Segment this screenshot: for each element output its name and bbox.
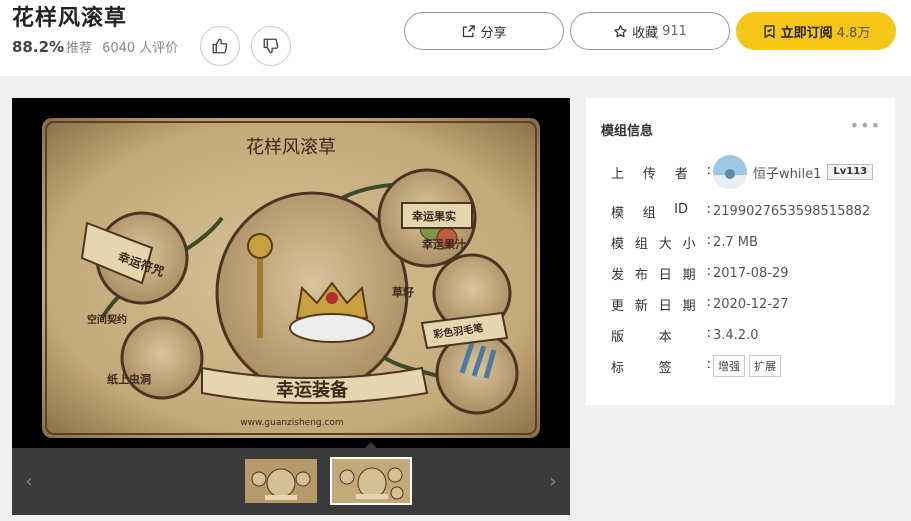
subscribe-button[interactable]: 立即订阅 4.8万 xyxy=(736,12,896,50)
label-lucky-fruit: 幸运果实 xyxy=(412,209,456,223)
info-row-published: 发布日期: 2017-08-29 xyxy=(611,261,891,285)
subscribe-label: 立即订阅 xyxy=(780,25,833,41)
subscribe-icon xyxy=(764,24,775,38)
label-lucky-gear: 幸运装备 xyxy=(276,379,349,401)
poster-website: www.guanzisheng.com xyxy=(240,418,343,428)
preview-image[interactable]: 花样风滚草 幸运符咒 空间契约 纸上虫洞 幸运果实 幸运果汁 草籽 彩色羽毛笔 … xyxy=(42,118,540,438)
info-row-updated: 更新日期: 2020-12-27 xyxy=(611,292,891,316)
updated-key: 更新日期: xyxy=(611,294,711,314)
thumbs-down-icon xyxy=(263,38,279,54)
info-panel-title: 模组信息 xyxy=(601,124,654,139)
thumbnail-2-active[interactable] xyxy=(330,457,412,505)
label-space-contract: 空间契约 xyxy=(87,313,127,326)
size-value: 2.7 MB xyxy=(713,234,758,250)
tag-enhance[interactable]: 增强 xyxy=(713,355,745,377)
label-lucky-juice: 幸运果汁 xyxy=(422,237,466,251)
thumbnail-2-image xyxy=(332,459,410,503)
info-row-uploader: 上传者: 恒子while1 Lv113 xyxy=(611,155,891,189)
label-paper-bug-hole: 纸上虫洞 xyxy=(107,372,151,386)
mod-title: 花样风滚草 xyxy=(12,6,128,31)
next-arrow-button[interactable]: › xyxy=(538,448,568,515)
info-row-tags: 标签: 增强 扩展 xyxy=(611,354,891,378)
size-key: 模组大小: xyxy=(611,232,711,252)
page-header: 花样风滚草 88.2% 推荐 6040 人评价 分享 收藏 911 立即订阅 4.8… xyxy=(0,0,911,76)
thumbs-up-icon xyxy=(212,38,228,54)
left-bottom-circle xyxy=(120,316,204,400)
rating-percent: 88.2% xyxy=(12,38,65,56)
mod-id-key: 模组 ID: xyxy=(611,201,711,221)
tag-expand[interactable]: 扩展 xyxy=(749,355,781,377)
version-value: 3.4.2.0 xyxy=(713,327,759,343)
thumbnail-1[interactable] xyxy=(245,459,317,503)
poster-title: 花样风滚草 xyxy=(246,137,336,158)
share-icon xyxy=(463,24,476,37)
rating-summary: 88.2% 推荐 6040 人评价 xyxy=(12,37,178,56)
more-options-icon[interactable]: ••• xyxy=(850,116,881,135)
uploader-level-badge: Lv113 xyxy=(827,164,874,180)
uploader-avatar[interactable] xyxy=(713,155,747,189)
favorite-count: 911 xyxy=(662,23,687,39)
scepter xyxy=(257,248,263,338)
published-key: 发布日期: xyxy=(611,263,711,283)
active-thumb-caret xyxy=(364,442,378,449)
chevron-right-icon: › xyxy=(549,471,557,492)
preview-viewer: 花样风滚草 幸运符咒 空间契约 纸上虫洞 幸运果实 幸运果汁 草籽 彩色羽毛笔 … xyxy=(12,98,570,515)
prev-arrow-button[interactable]: ‹ xyxy=(14,448,44,515)
uploader-name[interactable]: 恒子while1 xyxy=(753,163,821,182)
thumbs-down-button[interactable] xyxy=(251,26,291,66)
info-row-size: 模组大小: 2.7 MB xyxy=(611,230,891,254)
rating-label: 推荐 xyxy=(66,41,93,56)
thumbnail-strip: ‹ › xyxy=(12,442,570,515)
star-icon xyxy=(614,24,627,37)
chevron-left-icon: ‹ xyxy=(25,471,33,492)
thumbnail-1-image xyxy=(245,459,317,503)
version-key: 版本: xyxy=(611,325,711,345)
info-row-mod-id: 模组 ID: 2199027653598515882 xyxy=(611,199,891,223)
share-button[interactable]: 分享 xyxy=(404,12,564,50)
subscriber-count: 4.8万 xyxy=(836,25,871,41)
uploader-key: 上传者: xyxy=(611,162,711,182)
published-date: 2017-08-29 xyxy=(713,265,789,281)
updated-date: 2020-12-27 xyxy=(713,296,789,312)
review-count: 6040 人评价 xyxy=(102,41,179,56)
info-row-version: 版本: 3.4.2.0 xyxy=(611,323,891,347)
tags-key: 标签: xyxy=(611,356,711,376)
thumbs-up-button[interactable] xyxy=(200,26,240,66)
label-seed: 草籽 xyxy=(392,285,414,299)
mod-id-value: 2199027653598515882 xyxy=(713,203,871,219)
mod-info-panel: 模组信息 ••• 上传者: 恒子while1 Lv113 模组 ID: 21990… xyxy=(586,98,895,405)
favorite-button[interactable]: 收藏 911 xyxy=(570,12,730,50)
favorite-label: 收藏 xyxy=(632,25,659,41)
share-label: 分享 xyxy=(480,25,507,41)
